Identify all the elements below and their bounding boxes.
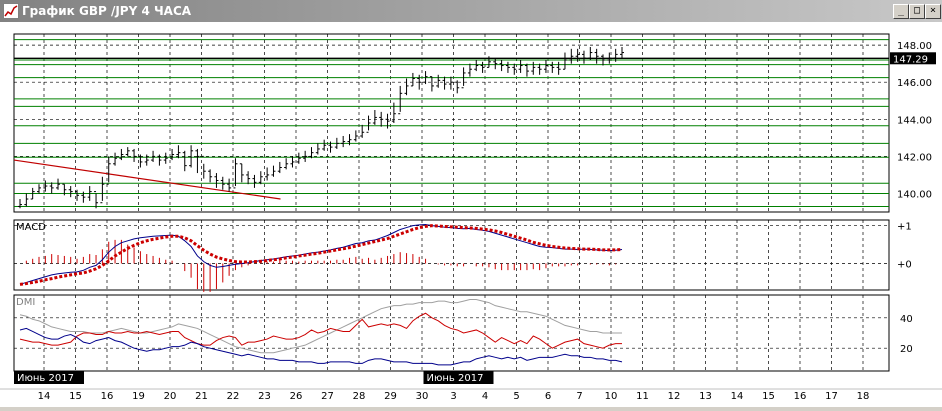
chart-panel: 14 15 16 19 20 21 22 23 26 27 28 29 30 3 4 5 6 7 10 11 12 13 1…	[0, 22, 942, 407]
window-title: График GBP /JPY 4 ЧАСА	[22, 4, 192, 18]
dmi-tick-label: 20	[900, 344, 913, 355]
chart-app-icon	[3, 3, 19, 19]
x-tick-label: 3	[450, 391, 456, 402]
x-tick-label: 17	[825, 391, 838, 402]
month-marker-label: Июнь 2017	[17, 373, 74, 384]
x-tick-label: 5	[513, 391, 519, 402]
dmi-panel-label: DMI	[16, 297, 35, 308]
window-titlebar[interactable]: График GBP /JPY 4 ЧАСА _ □ ×	[0, 0, 942, 22]
macd-tick-label: +1	[897, 222, 912, 233]
month-marker-label: Июнь 2017	[427, 373, 484, 384]
price-tick-label: 146.00	[897, 78, 932, 89]
x-tick-label: 18	[857, 391, 870, 402]
x-tick-label: 29	[384, 391, 397, 402]
close-button[interactable]: ×	[925, 4, 941, 19]
x-tick-label: 19	[132, 391, 145, 402]
chart-svg: 14 15 16 19 20 21 22 23 26 27 28 29 30 3 4 5 6 7 10 11 12 13 1…	[0, 33, 942, 402]
x-tick-label: 23	[258, 391, 271, 402]
x-tick-label: 22	[227, 391, 240, 402]
panel-frame-macd	[13, 219, 890, 291]
x-tick-label: 16	[794, 391, 807, 402]
x-tick-label: 27	[321, 391, 334, 402]
x-tick-label: 14	[38, 391, 51, 402]
x-tick-label: 7	[576, 391, 582, 402]
minimize-button[interactable]: _	[893, 4, 909, 19]
x-tick-label: 28	[353, 391, 366, 402]
x-tick-label: 12	[668, 391, 681, 402]
x-tick-label: 6	[545, 391, 551, 402]
x-tick-label: 11	[636, 391, 649, 402]
macd-panel-label: MACD	[16, 222, 46, 233]
macd-tick-label: +0	[897, 260, 912, 271]
maximize-button[interactable]: □	[909, 4, 925, 19]
x-tick-label: 26	[290, 391, 303, 402]
x-tick-label: 10	[605, 391, 618, 402]
price-tick-label: 144.00	[897, 115, 932, 126]
current-price-label: 147.29	[893, 54, 928, 65]
x-tick-label: 20	[164, 391, 177, 402]
x-tick-label: 14	[731, 391, 744, 402]
x-tick-label: 4	[482, 391, 488, 402]
x-tick-label: 15	[69, 391, 82, 402]
x-tick-label: 16	[101, 391, 114, 402]
x-tick-label: 13	[699, 391, 712, 402]
panel-frame-price	[13, 33, 890, 213]
price-tick-label: 148.00	[897, 41, 932, 52]
price-tick-label: 142.00	[897, 152, 932, 163]
x-tick-label: 15	[762, 391, 775, 402]
dmi-tick-label: 40	[900, 314, 913, 325]
price-tick-label: 140.00	[897, 189, 932, 200]
x-tick-label: 21	[195, 391, 208, 402]
x-tick-label: 30	[416, 391, 429, 402]
